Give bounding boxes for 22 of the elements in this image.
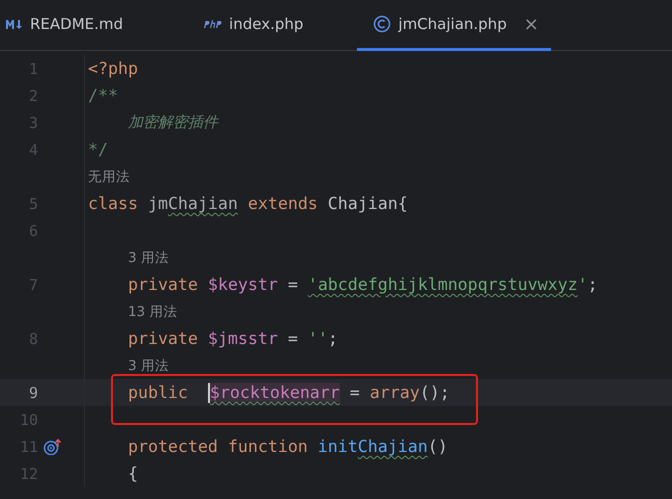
class-icon — [373, 15, 392, 33]
file-tab[interactable]: jmChajian.php × — [357, 0, 551, 51]
markdown-icon — [5, 18, 23, 30]
close-button[interactable]: × — [524, 14, 539, 34]
php-icon — [203, 18, 222, 30]
usage-hint[interactable]: 3 用法 — [128, 356, 169, 374]
code-line: public $rocktokenarr = array(); — [128, 382, 450, 402]
code-line: private $jmsstr = ''; — [128, 329, 338, 348]
code-line: */ — [88, 140, 108, 159]
usage-hint[interactable]: 13 用法 — [128, 302, 178, 320]
usage-hint[interactable]: 无用法 — [88, 168, 130, 186]
file-tab[interactable]: README.md — [0, 0, 134, 51]
code-line: private $keystr = 'abcdefghijklmnopqrstuvwxyz'; — [128, 275, 598, 294]
usage-hint[interactable]: 3 用法 — [128, 248, 169, 266]
file-tab[interactable]: index.php — [198, 0, 314, 51]
code-line: { — [128, 464, 138, 483]
line-number: 9 — [28, 384, 38, 402]
code-line: <?php — [88, 59, 138, 78]
code-line: 加密解密插件 — [128, 113, 218, 132]
code-line: protected function initChajian() — [128, 437, 448, 456]
code-line: class jmChajian extends Chajian{ — [88, 194, 408, 213]
code-line: /** — [88, 86, 118, 105]
